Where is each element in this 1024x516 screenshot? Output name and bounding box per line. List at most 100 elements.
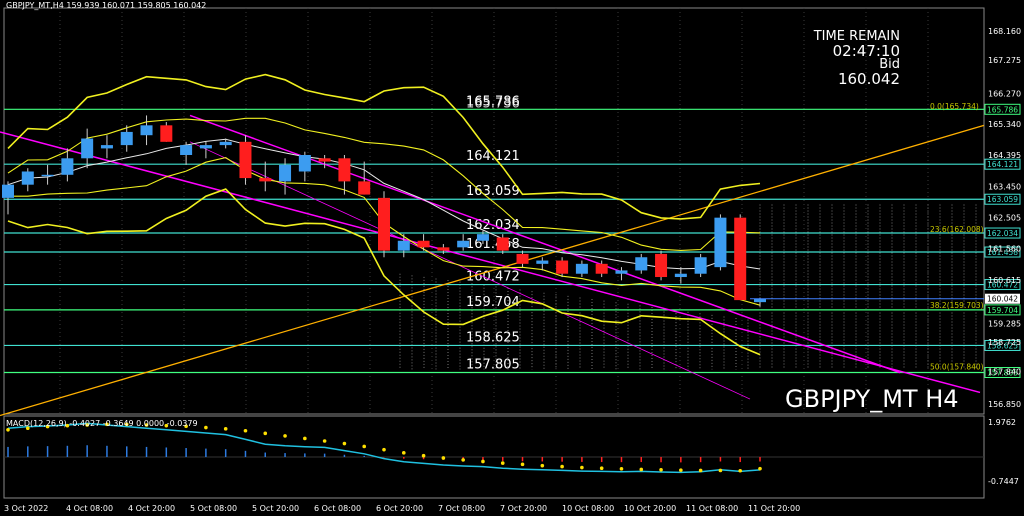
candle-body bbox=[41, 174, 54, 177]
candle-body bbox=[635, 257, 648, 271]
macd-signal-dot bbox=[342, 441, 347, 446]
macd-signal-dot bbox=[283, 434, 287, 438]
macd-signal-dot bbox=[679, 468, 683, 472]
time-axis-label: 4 Oct 08:00 bbox=[66, 504, 113, 513]
channel-line-upper bbox=[0, 131, 981, 394]
time-axis-label: 6 Oct 20:00 bbox=[376, 504, 423, 513]
price-axis-label: 168.160 bbox=[988, 27, 1021, 36]
candle-body bbox=[734, 217, 747, 301]
price-axis-label: 156.850 bbox=[988, 400, 1021, 409]
current-price-tag-text: 160.042 bbox=[987, 295, 1018, 304]
candle-body bbox=[358, 181, 371, 195]
candle-body bbox=[575, 263, 588, 274]
price-axis-label: 163.450 bbox=[988, 182, 1021, 191]
candle-body bbox=[417, 240, 430, 248]
candle-body bbox=[160, 125, 173, 142]
macd-signal-dot bbox=[520, 462, 525, 467]
candle-body bbox=[397, 240, 410, 251]
candle-body bbox=[180, 145, 193, 156]
candle-body bbox=[298, 155, 311, 172]
price-axis-label: 162.505 bbox=[988, 214, 1021, 223]
time-axis-label: 11 Oct 08:00 bbox=[686, 504, 738, 513]
candle-body bbox=[714, 217, 727, 268]
candle-body bbox=[239, 141, 252, 179]
price-axis-label: 167.275 bbox=[988, 56, 1021, 65]
time-axis-label: 11 Oct 20:00 bbox=[748, 504, 800, 513]
time-axis-label: 10 Oct 08:00 bbox=[562, 504, 614, 513]
candle-body bbox=[279, 164, 292, 182]
macd-signal-dot bbox=[580, 465, 584, 470]
price-axis-label: 160.615 bbox=[988, 276, 1021, 285]
candle-body bbox=[516, 253, 529, 264]
candle-body bbox=[2, 184, 14, 198]
macd-signal-dot bbox=[639, 467, 644, 472]
macd-signal-dot bbox=[500, 461, 505, 465]
macd-axis-label: 1.9762 bbox=[988, 418, 1016, 427]
macd-signal-dot bbox=[263, 431, 268, 436]
time-axis-label: 4 Oct 20:00 bbox=[128, 504, 175, 513]
macd-header: MACD(12,26,9) -0.4027 -0.3649 0.0000 -0.… bbox=[6, 419, 198, 428]
macd-signal-dot bbox=[362, 444, 367, 449]
candle-body bbox=[219, 141, 232, 146]
macd-signal-dot bbox=[322, 439, 327, 443]
macd-axis-label: -0.7447 bbox=[988, 477, 1019, 486]
level-label: 157.805 bbox=[466, 358, 520, 373]
time-remain-panel: TIME REMAIN 02:47:10 Bid 160.042 bbox=[814, 30, 900, 87]
macd-signal-dot bbox=[619, 467, 624, 471]
candle-body bbox=[615, 270, 628, 274]
symbol-watermark: GBPJPY_MT H4 bbox=[785, 385, 959, 413]
candle-body bbox=[674, 273, 687, 278]
price-axis-label: 165.340 bbox=[988, 120, 1021, 129]
candle-body bbox=[457, 240, 470, 248]
fib-label: 0.0(165.734) bbox=[930, 102, 979, 111]
candle-body bbox=[437, 247, 450, 251]
macd-signal-dot bbox=[738, 468, 743, 473]
level-price-tag-text: 164.121 bbox=[987, 160, 1018, 169]
macd-signal-dot bbox=[698, 468, 703, 473]
candle-body bbox=[318, 158, 331, 162]
macd-signal-dot bbox=[243, 428, 248, 433]
time-axis-label: 5 Oct 20:00 bbox=[252, 504, 299, 513]
time-axis-label: 6 Oct 08:00 bbox=[314, 504, 361, 513]
price-axis-label: 161.560 bbox=[988, 245, 1021, 254]
level-price-tag-text: 165.786 bbox=[987, 105, 1018, 114]
fib-label: 50.0(157.840) bbox=[930, 362, 984, 371]
candle-body bbox=[694, 257, 707, 274]
level-label: 158.625 bbox=[466, 330, 520, 345]
candle-body bbox=[556, 260, 569, 274]
macd-signal-dot bbox=[204, 425, 208, 430]
time-axis-label: 7 Oct 08:00 bbox=[438, 504, 485, 513]
candle-body bbox=[378, 197, 390, 251]
macd-signal-dot bbox=[223, 427, 228, 431]
time-axis-label: 7 Oct 20:00 bbox=[500, 504, 547, 513]
candle-body bbox=[120, 131, 133, 146]
level-label: 159.704 bbox=[466, 295, 520, 310]
macd-signal-dot bbox=[599, 466, 604, 471]
candle-body bbox=[81, 138, 94, 159]
macd-signal-dot bbox=[303, 436, 307, 441]
candle-body bbox=[61, 158, 74, 175]
candle-body bbox=[655, 253, 668, 278]
macd-signal-dot bbox=[421, 453, 426, 458]
price-axis-label: 166.270 bbox=[988, 89, 1021, 98]
macd-signal-dot bbox=[718, 468, 723, 473]
candle-body bbox=[536, 260, 549, 264]
price-axis-label: 164.395 bbox=[988, 151, 1021, 160]
price-axis-label: 157.840 bbox=[988, 367, 1021, 376]
time-axis-label: 3 Oct 2022 bbox=[4, 504, 48, 513]
candle-body bbox=[100, 145, 113, 149]
level-label: 161.458 bbox=[466, 237, 520, 252]
macd-signal-dot bbox=[382, 447, 386, 452]
channel-line-mid bbox=[189, 114, 901, 374]
macd-signal-dot bbox=[540, 463, 545, 468]
symbol-header: GBPJPY_MT,H4 159.939 160.071 159.805 160… bbox=[6, 1, 207, 10]
macd-signal-dot bbox=[481, 459, 485, 464]
price-axis-label: 158.725 bbox=[988, 338, 1021, 347]
candle-body bbox=[259, 178, 272, 182]
time-axis-label: 10 Oct 20:00 bbox=[624, 504, 676, 513]
chart-window[interactable]: 165.786 164.121 163.059 162.034 161.458 160.4… bbox=[0, 0, 1024, 516]
fib-label: 38.2(159.703) bbox=[930, 301, 984, 310]
macd-signal-dot bbox=[659, 468, 663, 472]
macd-signal-dot bbox=[758, 466, 762, 471]
candle-body bbox=[754, 298, 766, 303]
